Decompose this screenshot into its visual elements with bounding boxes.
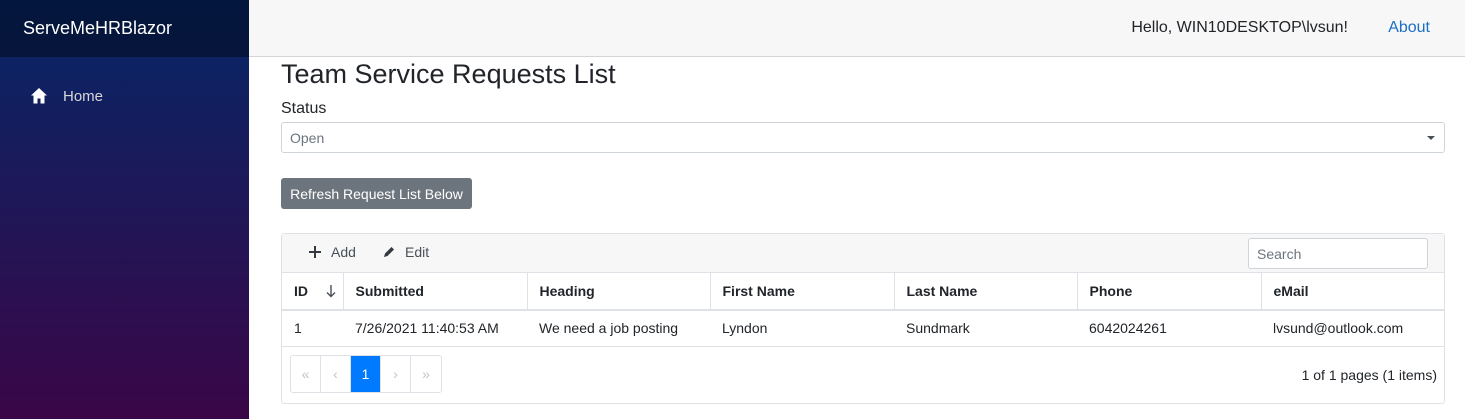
- column-header-last-name[interactable]: Last Name: [894, 273, 1078, 311]
- column-header-heading[interactable]: Heading: [527, 273, 711, 311]
- cell-first-name: Lyndon: [710, 310, 894, 347]
- cell-submitted: 7/26/2021 11:40:53 AM: [343, 310, 527, 347]
- status-label: Status: [281, 100, 327, 117]
- table-row[interactable]: 1 7/26/2021 11:40:53 AM We need a job po…: [282, 310, 1444, 347]
- add-button[interactable]: Add: [308, 244, 356, 260]
- search-input[interactable]: [1248, 238, 1428, 269]
- column-header-label: ID: [294, 283, 308, 299]
- status-select[interactable]: Open: [281, 122, 1445, 153]
- home-icon: [30, 87, 48, 105]
- grid-toolbar: Add Edit: [282, 234, 1444, 273]
- sort-descending-icon: [326, 285, 335, 298]
- refresh-request-list-button[interactable]: Refresh Request List Below: [281, 178, 472, 209]
- chevron-down-icon: [1427, 136, 1435, 140]
- cell-phone: 6042024261: [1077, 310, 1261, 347]
- brand-bar: ServeMeHRBlazor: [0, 0, 249, 57]
- pencil-icon: [382, 245, 396, 259]
- cell-heading: We need a job posting: [527, 310, 710, 347]
- pager-prev-button[interactable]: ‹: [321, 356, 351, 392]
- brand-link[interactable]: ServeMeHRBlazor: [23, 18, 172, 39]
- pager-last-button[interactable]: »: [411, 356, 441, 392]
- add-button-label: Add: [331, 244, 356, 260]
- table-header-row: ID Submitted Heading First Name Last Nam…: [282, 273, 1444, 311]
- sidebar-item-home[interactable]: Home: [30, 87, 103, 105]
- requests-grid: Add Edit ID: [281, 233, 1445, 404]
- column-header-phone[interactable]: Phone: [1077, 273, 1262, 311]
- pager: « ‹ 1 › »: [290, 355, 442, 393]
- page-title: Team Service Requests List: [281, 59, 616, 89]
- about-link[interactable]: About: [1388, 19, 1430, 37]
- column-header-first-name[interactable]: First Name: [710, 273, 895, 311]
- cell-last-name: Sundmark: [894, 310, 1077, 347]
- sidebar-item-label: Home: [63, 87, 104, 105]
- column-header-email[interactable]: eMail: [1261, 273, 1444, 311]
- pager-first-button[interactable]: «: [291, 356, 321, 392]
- user-greeting: Hello, WIN10DESKTOP\lvsun!: [1131, 19, 1348, 36]
- edit-button-label: Edit: [405, 244, 430, 260]
- requests-table: ID Submitted Heading First Name Last Nam…: [282, 273, 1444, 347]
- cell-id: 1: [282, 310, 343, 347]
- pager-next-button[interactable]: ›: [381, 356, 411, 392]
- column-header-id[interactable]: ID: [282, 273, 344, 311]
- status-select-value: Open: [290, 129, 325, 146]
- app: ServeMeHRBlazor Home Hello, WIN10DESKTOP…: [0, 0, 1465, 419]
- pager-info: 1 of 1 pages (1 items): [1301, 367, 1437, 383]
- top-bar: Hello, WIN10DESKTOP\lvsun! About: [249, 0, 1465, 57]
- cell-email: lvsund@outlook.com: [1261, 310, 1444, 347]
- column-header-submitted[interactable]: Submitted: [343, 273, 528, 311]
- sidebar: ServeMeHRBlazor Home: [0, 0, 249, 419]
- edit-button[interactable]: Edit: [382, 244, 429, 260]
- plus-icon: [308, 245, 322, 259]
- main-content: Team Service Requests List Status Open R…: [249, 57, 1465, 419]
- pager-page-button[interactable]: 1: [351, 356, 381, 392]
